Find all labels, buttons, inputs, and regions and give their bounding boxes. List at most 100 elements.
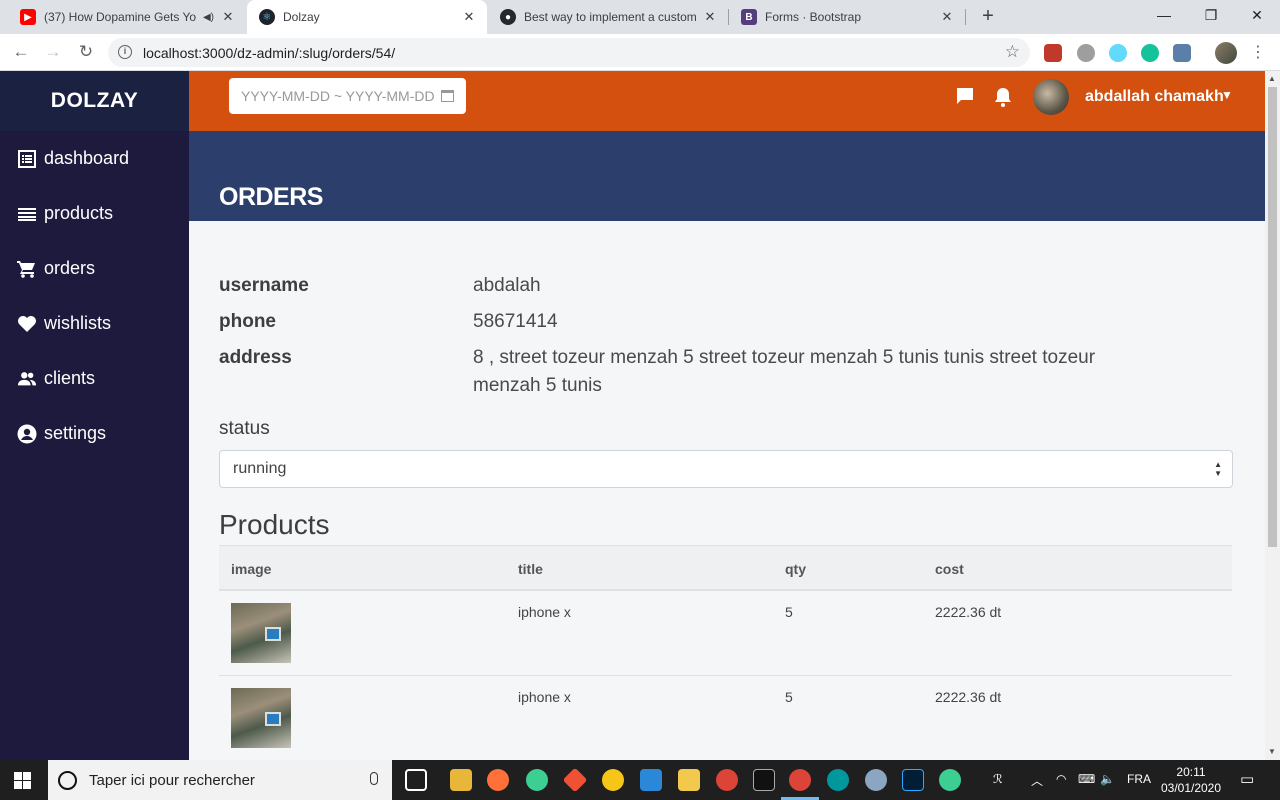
firefox-icon[interactable] [487, 769, 509, 791]
window-close-button[interactable]: ✕ [1234, 0, 1280, 34]
language-indicator[interactable]: FRA [1127, 772, 1151, 786]
photoshop-icon[interactable] [902, 769, 924, 791]
chrome-icon[interactable] [716, 769, 738, 791]
product-cost: 2222.36 dt [935, 604, 1002, 620]
taskbar: Taper ici pour rechercher ℛ ︿ ◠ ⌨ 🔈 FRA … [0, 760, 1280, 800]
sidebar-item-settings[interactable]: settings [0, 406, 189, 461]
list-icon [17, 149, 37, 169]
bootstrap-icon: B [741, 9, 757, 25]
arduino-icon[interactable] [827, 769, 849, 791]
username-value: abdalah [473, 275, 541, 296]
scrollbar-thumb[interactable] [1268, 87, 1277, 547]
speaker-icon[interactable]: ◀) [203, 12, 214, 23]
product-thumbnail [231, 603, 291, 663]
address-value: 8 , street tozeur menzah 5 street tozeur… [473, 347, 1096, 396]
scroll-down-icon[interactable]: ▼ [1268, 747, 1276, 756]
sidebar-item-dashboard[interactable]: dashboard [0, 131, 189, 186]
close-icon[interactable]: ✕ [461, 9, 477, 25]
product-title: iphone x [518, 604, 571, 620]
lines-icon [17, 204, 37, 224]
sidebar-item-label: products [44, 203, 114, 223]
tab-dolzay[interactable]: ⚛ Dolzay ✕ [247, 0, 487, 34]
tab-bootstrap[interactable]: B Forms · Bootstrap ✕ [729, 0, 965, 34]
task-view-icon[interactable] [405, 769, 427, 791]
sidebar-item-orders[interactable]: orders [0, 241, 189, 296]
grammarly-icon[interactable] [1141, 44, 1159, 62]
close-icon[interactable]: ✕ [220, 9, 236, 25]
windows-start-icon[interactable] [14, 772, 31, 789]
volume-icon[interactable]: 🔈 [1100, 772, 1115, 786]
avatar[interactable] [1033, 79, 1069, 115]
extension-icon[interactable] [1044, 44, 1062, 62]
people-tray-icon[interactable]: ℛ [993, 772, 1003, 786]
user-name[interactable]: abdallah chamakh [1085, 88, 1224, 106]
address-bar[interactable]: i localhost:3000/dz-admin/:slug/orders/5… [108, 38, 1030, 67]
product-title: iphone x [518, 689, 571, 705]
taskbar-search-placeholder: Taper ici pour rechercher [89, 771, 255, 789]
bookmark-star-icon[interactable]: ☆ [1005, 42, 1020, 62]
close-icon[interactable]: ✕ [702, 9, 718, 25]
browser-profile-avatar[interactable] [1215, 42, 1237, 64]
products-table: image title qty cost iphone x 5 2222.36 … [219, 545, 1232, 760]
date-range-picker[interactable]: YYYY-MM-DD ~ YYYY-MM-DD [229, 78, 466, 114]
scroll-up-icon[interactable]: ▲ [1268, 74, 1276, 83]
tab-title: Dolzay [283, 10, 320, 24]
sidebar-item-label: settings [44, 423, 107, 443]
atom-icon[interactable] [939, 769, 961, 791]
youtube-icon: ▶ [20, 9, 36, 25]
tab-youtube[interactable]: ▶ (37) How Dopamine Gets Yo ◀) ✕ [8, 0, 246, 34]
sidebar-item-wishlists[interactable]: wishlists [0, 296, 189, 351]
products-heading: Products [219, 509, 330, 540]
status-select[interactable]: running ▲ ▼ [219, 450, 1233, 488]
sidebar-item-label: clients [44, 368, 96, 388]
file-explorer-icon[interactable] [450, 769, 472, 791]
restore-button[interactable]: ❐ [1188, 0, 1234, 34]
forward-arrow-icon[interactable]: → [40, 39, 66, 65]
network-icon[interactable]: ◠ [1056, 772, 1066, 786]
extension-icon[interactable] [1077, 44, 1095, 62]
sidebar: DOLZAY dashboard products orders wishlis… [0, 71, 189, 760]
info-icon[interactable]: i [118, 45, 132, 59]
system-clock[interactable]: 20:11 03/01/2020 [1160, 764, 1222, 796]
product-qty: 5 [785, 689, 793, 705]
store-icon[interactable] [640, 769, 662, 791]
chevron-up-icon[interactable]: ︿ [1031, 772, 1043, 789]
back-arrow-icon[interactable]: ← [8, 39, 34, 65]
duck-app-icon[interactable] [602, 769, 624, 791]
tab-github[interactable]: ● Best way to implement a custom ✕ [488, 0, 728, 34]
page-scrollbar[interactable]: ▲ ▼ [1265, 71, 1280, 760]
sidebar-item-products[interactable]: products [0, 186, 189, 241]
terminal-t-icon[interactable] [678, 769, 700, 791]
minimize-button[interactable]: — [1141, 0, 1187, 34]
status-label: status [219, 418, 270, 439]
username-label: username [219, 275, 309, 296]
browser-tab-strip: ▶ (37) How Dopamine Gets Yo ◀) ✕ ⚛ Dolza… [0, 0, 1280, 34]
close-icon[interactable]: ✕ [939, 9, 955, 25]
taskbar-search-input[interactable]: Taper ici pour rechercher [48, 760, 392, 800]
tab-title: Forms · Bootstrap [765, 10, 862, 24]
chevron-down-icon[interactable]: ▼ [1221, 88, 1233, 102]
paint-icon[interactable] [865, 769, 887, 791]
atom-icon[interactable] [526, 769, 548, 791]
sidebar-item-clients[interactable]: clients [0, 351, 189, 406]
git-icon[interactable] [562, 767, 588, 793]
select-arrows-icon: ▲ ▼ [1214, 460, 1222, 478]
order-details: username abdalah phone 58671414 address … [189, 221, 1265, 760]
bell-icon[interactable] [994, 87, 1014, 107]
brand-logo[interactable]: DOLZAY [0, 71, 189, 131]
status-selected-value: running [233, 460, 287, 477]
chrome-active-icon[interactable] [789, 769, 811, 791]
notifications-icon[interactable]: ▭ [1240, 770, 1254, 788]
new-tab-button[interactable]: + [976, 5, 1000, 29]
clock-time: 20:11 [1176, 765, 1206, 779]
message-icon[interactable] [956, 87, 976, 107]
react-devtools-icon[interactable] [1109, 44, 1127, 62]
reload-icon[interactable]: ↻ [73, 39, 99, 65]
browser-menu-icon[interactable]: ⋮ [1250, 42, 1266, 62]
microphone-icon[interactable] [370, 772, 378, 785]
keyboard-icon[interactable]: ⌨ [1078, 772, 1095, 786]
cart-icon [17, 259, 37, 279]
table-row: iphone x 5 2222.36 dt [219, 676, 1232, 760]
extension-icon[interactable] [1173, 44, 1191, 62]
cmd-icon[interactable] [753, 769, 775, 791]
